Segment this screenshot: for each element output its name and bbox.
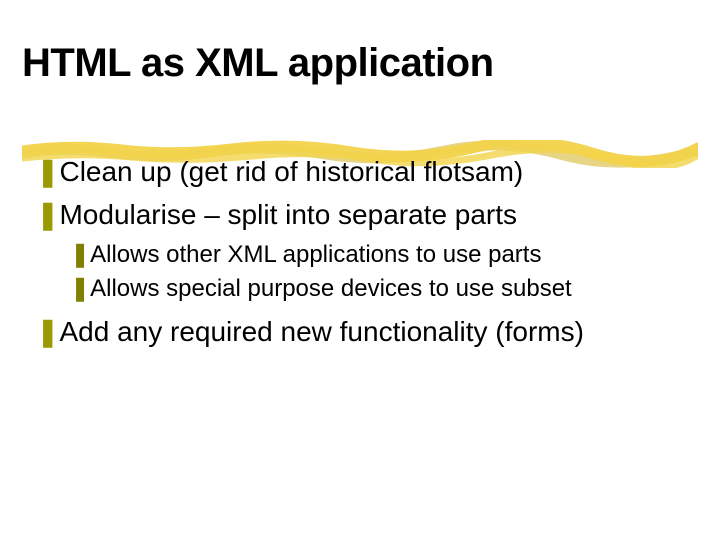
bullet-lvl1: ❚Add any required new functionality (for… xyxy=(36,314,684,349)
bullet-lvl2: ❚Allows special purpose devices to use s… xyxy=(70,274,684,304)
bullet-text: Allows special purpose devices to use su… xyxy=(90,275,572,302)
bullet-lvl1: ❚Modularise – split into separate parts xyxy=(36,197,684,232)
bullet-text: Add any required new functionality (form… xyxy=(59,316,583,347)
bullet-icon: ❚ xyxy=(36,199,59,230)
slide-title: HTML as XML application xyxy=(22,42,698,84)
bullet-text: Modularise – split into separate parts xyxy=(59,199,517,230)
bullet-lvl1: ❚Clean up (get rid of historical flotsam… xyxy=(36,154,684,189)
bullet-lvl2: ❚Allows other XML applications to use pa… xyxy=(70,240,684,270)
bullet-icon: ❚ xyxy=(70,241,90,268)
bullet-icon: ❚ xyxy=(36,316,59,347)
title-region: HTML as XML application xyxy=(22,42,698,84)
slide: HTML as XML application ❚Clean up (get r… xyxy=(0,0,720,540)
bullet-text: Allows other XML applications to use par… xyxy=(90,241,541,268)
bullet-text: Clean up (get rid of historical flotsam) xyxy=(59,156,523,187)
bullet-icon: ❚ xyxy=(70,275,90,302)
sub-bullet-group: ❚Allows other XML applications to use pa… xyxy=(70,240,684,304)
bullet-icon: ❚ xyxy=(36,156,59,187)
slide-body: ❚Clean up (get rid of historical flotsam… xyxy=(36,154,684,357)
